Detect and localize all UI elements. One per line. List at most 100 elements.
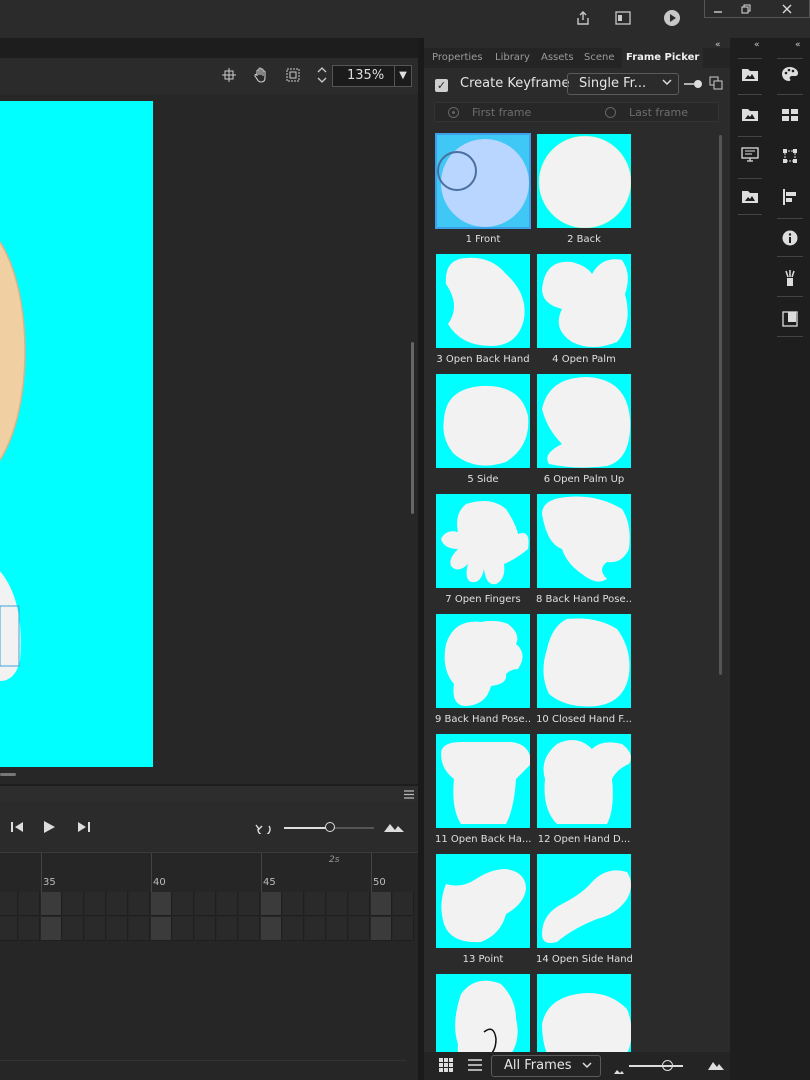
timeline-frame-cell[interactable] <box>63 892 84 916</box>
library-folder-icon-3[interactable] <box>739 186 761 206</box>
timeline-frame-cell[interactable] <box>195 892 216 916</box>
timeline-frame-cell[interactable] <box>305 917 326 941</box>
mountains-icon[interactable] <box>384 822 404 835</box>
timeline-frame-cell[interactable] <box>239 892 260 916</box>
frames-filter-select[interactable]: All Frames <box>491 1055 601 1077</box>
timeline-frame-cell[interactable] <box>0 917 18 941</box>
frame-thumbnail[interactable]: 13 Point <box>435 853 531 967</box>
timeline-frame-cell[interactable] <box>63 917 84 941</box>
timeline-frame-cell[interactable] <box>349 917 370 941</box>
timeline-frame-cell[interactable] <box>371 892 392 916</box>
screen-icon[interactable] <box>739 145 761 165</box>
pin-toggle-icon[interactable] <box>684 78 704 93</box>
color-palette-icon[interactable] <box>779 64 801 84</box>
frame-thumbnail[interactable]: 4 Open Palm <box>536 253 632 367</box>
clip-stage-icon[interactable] <box>281 64 305 86</box>
step-forward-icon[interactable] <box>76 821 92 836</box>
tab-assets[interactable]: Assets <box>537 48 578 68</box>
timeline-frame-cell[interactable] <box>393 917 414 941</box>
timeline-frame-cell[interactable] <box>261 917 282 941</box>
timeline-frame-cell[interactable] <box>151 917 172 941</box>
create-keyframe-checkbox[interactable]: ✓ <box>435 79 448 92</box>
timeline-frame-cell[interactable] <box>41 892 62 916</box>
frame-thumbnail[interactable] <box>435 973 531 1052</box>
frame-thumbnail[interactable] <box>536 973 632 1052</box>
panel-layout-icon[interactable] <box>611 7 635 29</box>
timeline-frame-cell[interactable] <box>19 917 40 941</box>
timeline-frame-cell[interactable] <box>239 917 260 941</box>
restore-icon[interactable] <box>733 0 759 18</box>
timeline-frame-cell[interactable] <box>173 917 194 941</box>
frame-thumbnail[interactable]: 7 Open Fingers <box>435 493 531 607</box>
timeline-frame-cell[interactable] <box>393 892 414 916</box>
play-circle-icon[interactable] <box>660 7 684 29</box>
frame-thumbnail[interactable]: 11 Open Back Ha... <box>435 733 531 847</box>
tab-scene[interactable]: Scene <box>580 48 619 68</box>
hand-tool-icon[interactable] <box>249 64 273 86</box>
stage-canvas[interactable] <box>0 101 153 767</box>
timeline-frame-cell[interactable] <box>173 892 194 916</box>
timeline-frames[interactable] <box>0 892 414 942</box>
slider-thumb[interactable] <box>325 822 335 832</box>
frame-thumbnail[interactable]: 1 Front <box>435 133 531 247</box>
align-icon[interactable] <box>779 187 801 207</box>
frame-thumbnail[interactable]: 2 Back <box>536 133 632 247</box>
frame-thumbnail[interactable]: 10 Closed Hand F... <box>536 613 632 727</box>
timeline-frame-cell[interactable] <box>217 892 238 916</box>
step-back-icon[interactable] <box>9 821 25 836</box>
small-mountains-icon[interactable] <box>614 1064 624 1077</box>
frame-mode-select[interactable]: Single Fr... <box>567 73 679 95</box>
frame-thumbnail[interactable]: 5 Side <box>435 373 531 487</box>
timeline-frame-cell[interactable] <box>305 892 326 916</box>
timeline-frame-cell[interactable] <box>349 892 370 916</box>
timeline-frame-cell[interactable] <box>283 892 304 916</box>
timeline-frame-cell[interactable] <box>0 892 18 916</box>
timeline-frame-cell[interactable] <box>195 917 216 941</box>
collapse-dock-icon[interactable]: « <box>795 40 801 50</box>
share-icon[interactable] <box>571 7 595 29</box>
timeline-frame-cell[interactable] <box>107 892 128 916</box>
collapse-dock-icon[interactable]: « <box>754 40 760 50</box>
loop-icon[interactable] <box>255 820 273 837</box>
chevron-down-icon[interactable]: ▼ <box>394 66 411 86</box>
frame-thumbnail[interactable]: 12 Open Hand D... <box>536 733 632 847</box>
timeline-frame-cell[interactable] <box>261 892 282 916</box>
transform-icon[interactable] <box>779 146 801 166</box>
library-folder-icon-2[interactable] <box>739 104 761 124</box>
first-frame-radio[interactable] <box>448 107 459 118</box>
timeline-frame-cell[interactable] <box>129 917 150 941</box>
timeline-frame-cell[interactable] <box>129 892 150 916</box>
timeline-frame-cell[interactable] <box>85 917 106 941</box>
last-frame-radio[interactable] <box>605 107 616 118</box>
zoom-input[interactable]: 135% ▼ <box>332 65 412 87</box>
info-icon[interactable] <box>779 228 801 248</box>
motion-presets-icon[interactable] <box>779 268 801 288</box>
grid-view-icon[interactable] <box>439 1058 453 1075</box>
frame-thumbnail[interactable]: 8 Back Hand Pose... <box>536 493 632 607</box>
tab-library[interactable]: Library <box>491 48 534 68</box>
timeline-frame-cell[interactable] <box>217 917 238 941</box>
tab-properties[interactable]: Properties <box>428 48 487 68</box>
close-icon[interactable] <box>767 0 807 18</box>
timeline-frame-cell[interactable] <box>327 917 348 941</box>
assets-book-icon[interactable] <box>779 309 801 329</box>
snap-center-icon[interactable] <box>217 64 241 86</box>
timeline-frame-cell[interactable] <box>283 917 304 941</box>
timeline-frame-cell[interactable] <box>41 917 62 941</box>
minimize-icon[interactable] <box>705 0 731 18</box>
stage-vertical-scrollbar[interactable] <box>411 342 414 514</box>
timeline-frame-cell[interactable] <box>85 892 106 916</box>
play-icon[interactable] <box>42 821 56 836</box>
timeline-frame-cell[interactable] <box>19 892 40 916</box>
timeline-frame-cell[interactable] <box>327 892 348 916</box>
panel-scrollbar[interactable] <box>719 135 722 675</box>
thumbnail-size-slider[interactable] <box>629 1060 683 1071</box>
library-folder-icon[interactable] <box>739 64 761 84</box>
copy-frames-icon[interactable] <box>709 76 723 93</box>
frame-thumbnail[interactable]: 6 Open Palm Up <box>536 373 632 487</box>
swatches-icon[interactable] <box>779 105 801 125</box>
frame-thumbnail[interactable]: 14 Open Side Hand <box>536 853 632 967</box>
tab-frame-picker[interactable]: Frame Picker <box>622 48 704 68</box>
frame-thumbnail[interactable]: 9 Back Hand Pose... <box>435 613 531 727</box>
large-mountains-icon[interactable] <box>708 1060 724 1073</box>
